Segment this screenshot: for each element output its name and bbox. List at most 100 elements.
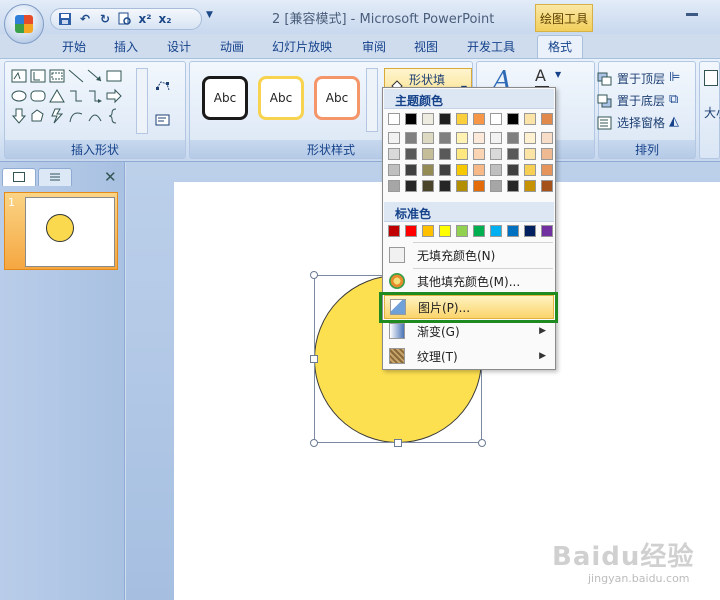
theme-shade-swatch[interactable]	[507, 164, 519, 176]
theme-shade-swatch[interactable]	[388, 180, 400, 192]
slides-tab[interactable]	[2, 168, 36, 186]
theme-shade-swatch[interactable]	[405, 180, 417, 192]
theme-shade-swatch[interactable]	[456, 132, 468, 144]
theme-shade-swatch[interactable]	[439, 180, 451, 192]
office-button[interactable]	[4, 4, 44, 44]
theme-shade-swatch[interactable]	[422, 132, 434, 144]
down-arrow-shape-icon[interactable]	[11, 108, 27, 124]
theme-shade-swatch[interactable]	[541, 148, 553, 160]
save-icon[interactable]	[57, 11, 73, 27]
standard-color-swatch[interactable]	[507, 225, 519, 237]
resize-handle-bottom-left[interactable]	[310, 439, 318, 447]
chevron-down-icon[interactable]: ▼	[555, 70, 561, 79]
theme-shade-swatch[interactable]	[439, 164, 451, 176]
theme-color-swatch[interactable]	[541, 113, 553, 125]
standard-color-swatch[interactable]	[456, 225, 468, 237]
theme-shade-swatch[interactable]	[439, 148, 451, 160]
elbow-arrow-shape-icon[interactable]	[87, 88, 103, 104]
freeform-shape-icon[interactable]	[30, 108, 46, 124]
theme-color-swatch[interactable]	[405, 113, 417, 125]
theme-color-swatch[interactable]	[388, 113, 400, 125]
more-colors-item[interactable]: 其他填充颜色(M)...	[384, 269, 554, 293]
theme-shade-swatch[interactable]	[524, 164, 536, 176]
tab-home[interactable]: 开始	[62, 38, 86, 55]
standard-color-swatch[interactable]	[388, 225, 400, 237]
style-sample-yellow[interactable]: Abc	[258, 76, 304, 120]
theme-shade-swatch[interactable]	[490, 132, 502, 144]
theme-shade-swatch[interactable]	[490, 148, 502, 160]
lightning-shape-icon[interactable]	[49, 108, 65, 124]
style-sample-orange[interactable]: Abc	[314, 76, 360, 120]
tab-animation[interactable]: 动画	[220, 38, 244, 55]
standard-color-swatch[interactable]	[524, 225, 536, 237]
theme-color-swatch[interactable]	[524, 113, 536, 125]
styles-gallery-scroll[interactable]	[366, 68, 378, 132]
theme-shade-swatch[interactable]	[405, 164, 417, 176]
theme-color-swatch[interactable]	[456, 113, 468, 125]
resize-handle-bottom[interactable]	[394, 439, 402, 447]
tab-view[interactable]: 视图	[414, 38, 438, 55]
theme-shade-swatch[interactable]	[473, 148, 485, 160]
standard-color-swatch[interactable]	[439, 225, 451, 237]
textbox-shape-icon[interactable]	[11, 68, 27, 84]
close-icon[interactable]: ✕	[104, 168, 117, 186]
minimize-icon[interactable]	[686, 13, 698, 16]
style-sample-black[interactable]: Abc	[202, 76, 248, 120]
superscript-icon[interactable]: x²	[137, 11, 153, 27]
subscript-icon[interactable]: x₂	[157, 11, 173, 27]
brace-shape-icon[interactable]	[106, 108, 122, 124]
rectangle-shape-icon[interactable]	[106, 68, 122, 84]
tab-review[interactable]: 审阅	[362, 38, 386, 55]
theme-shade-swatch[interactable]	[456, 180, 468, 192]
send-back-button[interactable]: 置于底层	[597, 92, 665, 109]
undo-icon[interactable]: ↶	[77, 11, 93, 27]
theme-color-swatch[interactable]	[473, 113, 485, 125]
theme-shade-swatch[interactable]	[456, 164, 468, 176]
theme-shade-swatch[interactable]	[422, 180, 434, 192]
triangle-shape-icon[interactable]	[49, 88, 65, 104]
edit-shape-icon[interactable]	[155, 78, 171, 94]
tab-insert[interactable]: 插入	[114, 38, 138, 55]
resize-handle-top-left[interactable]	[310, 271, 318, 279]
arrow-line-shape-icon[interactable]	[87, 68, 103, 84]
arc-shape-icon[interactable]	[87, 108, 103, 124]
qat-customize-icon[interactable]: ▼	[206, 10, 213, 20]
theme-shade-swatch[interactable]	[541, 180, 553, 192]
bring-front-button[interactable]: 置于顶层	[597, 70, 665, 87]
theme-color-swatch[interactable]	[490, 113, 502, 125]
theme-shade-swatch[interactable]	[473, 180, 485, 192]
theme-shade-swatch[interactable]	[405, 132, 417, 144]
block-arrow-shape-icon[interactable]	[106, 88, 122, 104]
line-shape-icon[interactable]	[68, 68, 84, 84]
curve-shape-icon[interactable]	[68, 108, 84, 124]
theme-shade-swatch[interactable]	[422, 164, 434, 176]
print-preview-icon[interactable]	[117, 11, 133, 27]
standard-color-swatch[interactable]	[473, 225, 485, 237]
texture-fill-item[interactable]: 纹理(T) ▶	[384, 344, 554, 368]
shapes-gallery-scroll[interactable]	[136, 68, 148, 134]
theme-shade-swatch[interactable]	[422, 148, 434, 160]
standard-color-swatch[interactable]	[541, 225, 553, 237]
tab-developer[interactable]: 开发工具	[467, 38, 515, 55]
wordart-shape-icon[interactable]	[49, 68, 65, 84]
outline-tab[interactable]	[38, 168, 72, 186]
resize-handle-left[interactable]	[310, 355, 318, 363]
tab-slideshow[interactable]: 幻灯片放映	[272, 38, 332, 55]
theme-shade-swatch[interactable]	[507, 180, 519, 192]
tab-format[interactable]: 格式	[537, 35, 584, 59]
theme-shade-swatch[interactable]	[524, 132, 536, 144]
theme-shade-swatch[interactable]	[405, 148, 417, 160]
size-icon[interactable]	[704, 70, 718, 86]
theme-shade-swatch[interactable]	[507, 148, 519, 160]
resize-handle-bottom-right[interactable]	[478, 439, 486, 447]
theme-shade-swatch[interactable]	[541, 132, 553, 144]
standard-color-swatch[interactable]	[405, 225, 417, 237]
no-fill-item[interactable]: 无填充颜色(N)	[384, 243, 554, 267]
rounded-rect-shape-icon[interactable]	[30, 88, 46, 104]
standard-color-swatch[interactable]	[490, 225, 502, 237]
redo-icon[interactable]: ↻	[97, 11, 113, 27]
theme-color-swatch[interactable]	[507, 113, 519, 125]
theme-shade-swatch[interactable]	[439, 132, 451, 144]
theme-color-swatch[interactable]	[422, 113, 434, 125]
oval-shape-icon[interactable]	[11, 88, 27, 104]
